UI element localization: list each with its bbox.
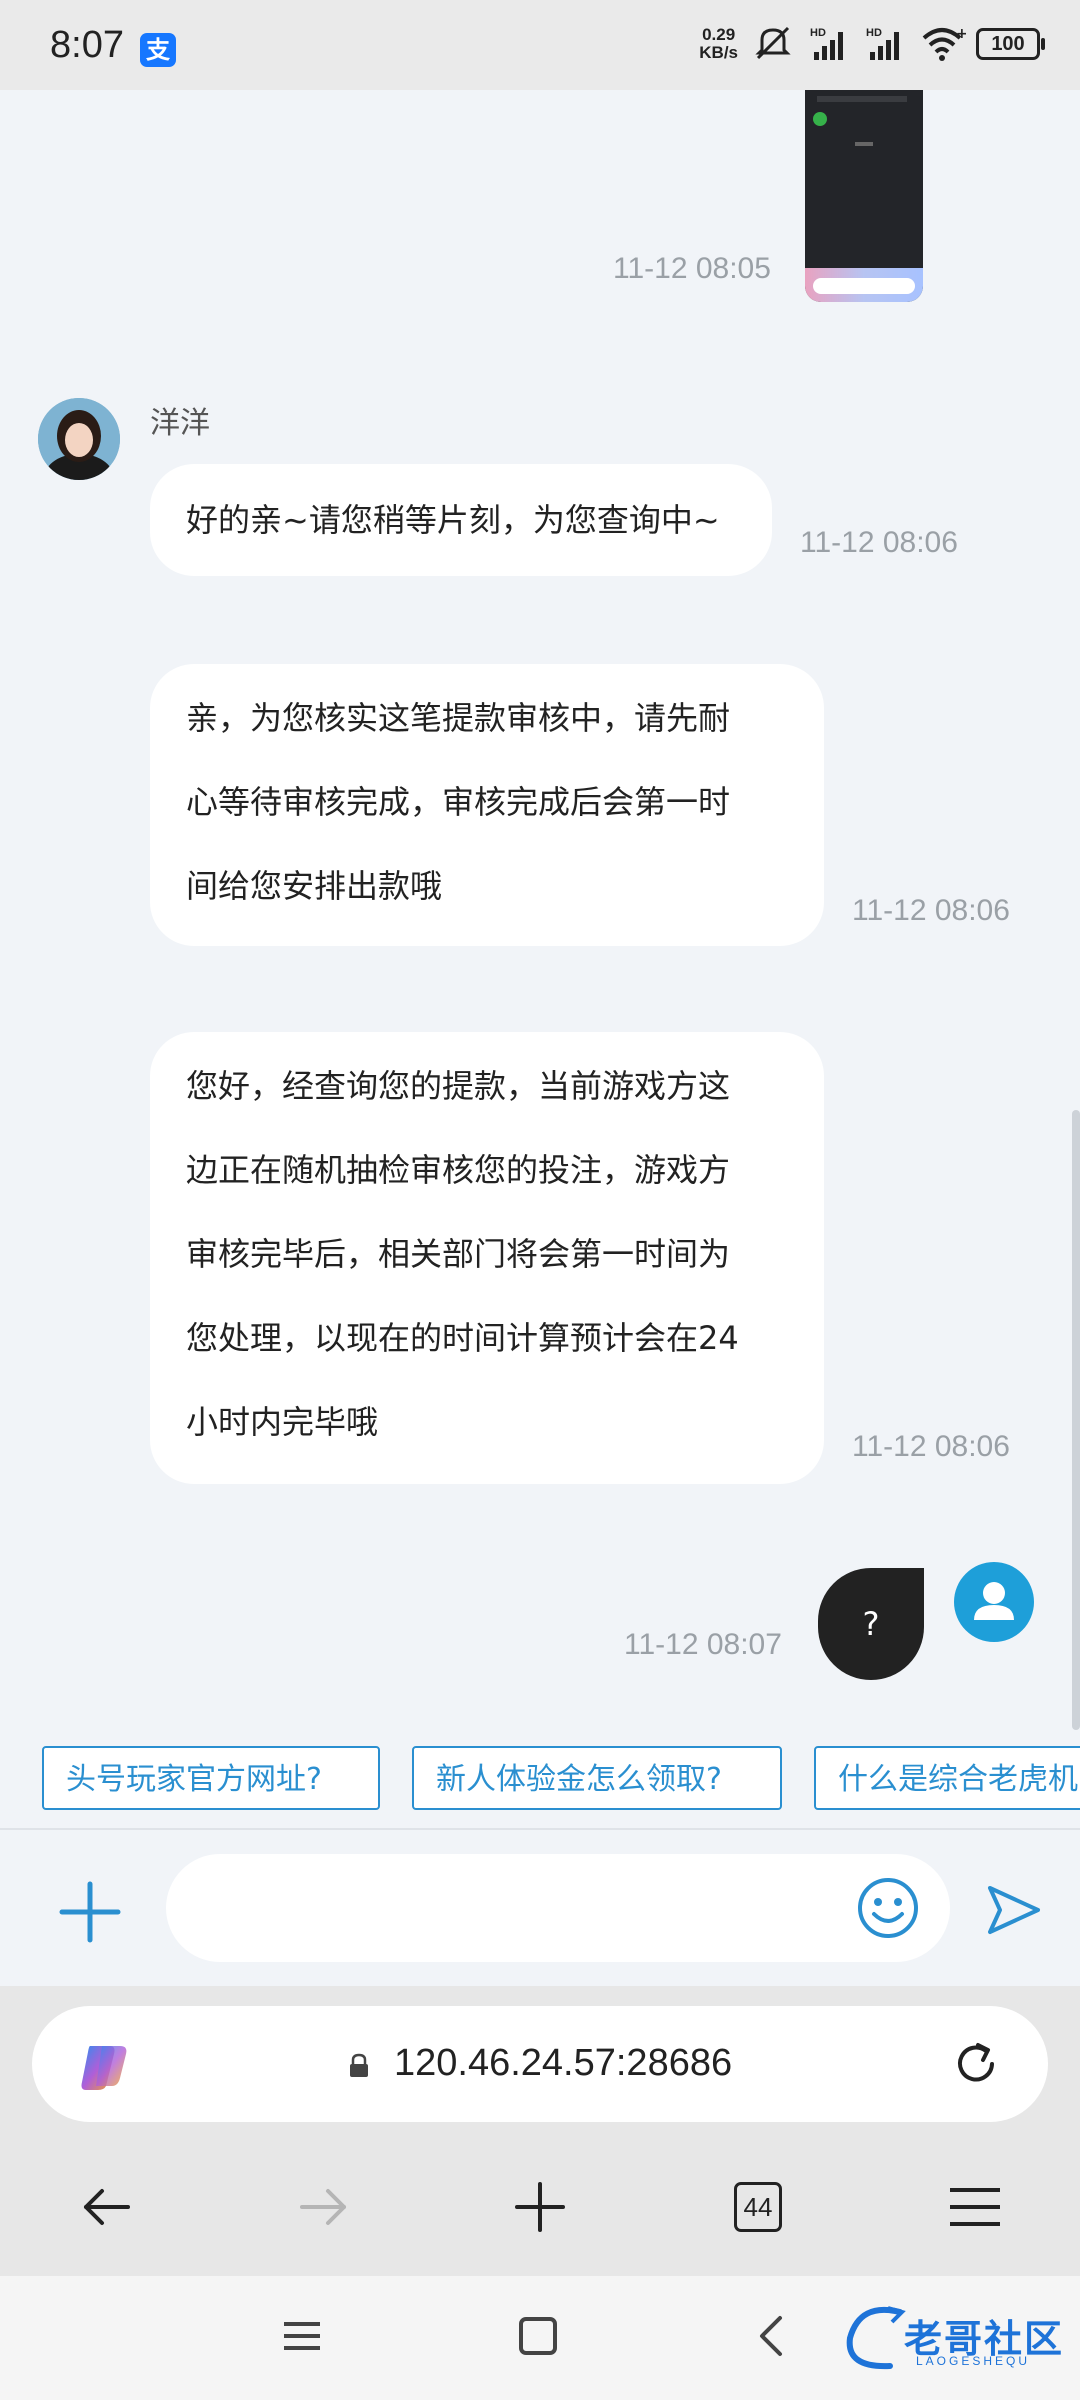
status-bar: 8:07 支 0.29 KB/s HD HD + 100 xyxy=(0,0,1080,90)
send-icon[interactable] xyxy=(984,1880,1044,1940)
scrollbar[interactable] xyxy=(1072,1110,1080,1730)
message-text: 心等待审核完成，审核完成后会第一时 xyxy=(186,783,731,821)
watermark-subtext: LAOGESHEQU xyxy=(916,2354,1031,2368)
message-timestamp: 11-12 08:07 xyxy=(624,1628,782,1661)
alipay-notification-icon: 支 xyxy=(140,33,176,67)
message-input[interactable] xyxy=(166,1854,950,1962)
message-text: 好的亲~请您稍等片刻，为您查询中~ xyxy=(186,501,720,539)
signal-icon: HD xyxy=(808,24,850,64)
quick-question-chip[interactable]: 新人体验金怎么领取? xyxy=(412,1746,782,1810)
thumbnail-detail xyxy=(813,278,915,294)
url-text[interactable]: 120.46.24.57:28686 xyxy=(394,2042,732,2085)
message-timestamp: 11-12 08:06 xyxy=(800,526,958,559)
network-speed: 0.29 KB/s xyxy=(699,25,738,62)
message-text: 间给您安排出款哦 xyxy=(186,867,443,905)
quick-questions-bar[interactable]: 头号玩家官方网址? 新人体验金怎么领取? 什么是综合老虎机 xyxy=(0,1730,1080,1830)
mute-icon xyxy=(752,24,794,64)
message-text: 小时内完毕哦 xyxy=(186,1403,379,1441)
agent-message-bubble: 亲，为您核实这笔提款审核中，请先耐 心等待审核完成，审核完成后会第一时 间给您安… xyxy=(150,664,824,946)
message-text: 您处理，以现在的时间计算预计会在24 xyxy=(186,1319,739,1357)
recent-apps-icon[interactable] xyxy=(272,2306,332,2366)
thumbnail-detail xyxy=(817,96,907,102)
battery-icon: 100 xyxy=(976,28,1045,60)
message-timestamp: 11-12 08:06 xyxy=(852,1430,1010,1463)
reload-icon[interactable] xyxy=(948,2036,1004,2092)
svg-text:+: + xyxy=(956,26,966,42)
message-text: 亲，为您核实这笔提款审核中，请先耐 xyxy=(186,699,731,737)
message-text: 边正在随机抽检审核您的投注，游戏方 xyxy=(186,1151,731,1189)
watermark-logo: 老哥社区 LAOGESHEQU xyxy=(840,2298,1070,2378)
attach-plus-button[interactable] xyxy=(58,1880,122,1944)
browser-toolbar: 120.46.24.57:28686 44 xyxy=(0,1986,1080,2276)
wifi-icon: + xyxy=(920,24,968,64)
message-timestamp: 11-12 08:06 xyxy=(852,894,1010,927)
message-text: 审核完毕后，相关部门将会第一时间为 xyxy=(186,1235,731,1273)
agent-name: 洋洋 xyxy=(150,406,210,441)
lock-icon xyxy=(346,2052,372,2078)
message-timestamp: 11-12 08:05 xyxy=(613,252,771,285)
menu-hamburger-icon[interactable] xyxy=(940,2172,1010,2242)
browser-nav-row: 44 xyxy=(0,2158,1080,2258)
user-avatar[interactable] xyxy=(954,1562,1034,1642)
agent-message-bubble: 您好，经查询您的提款，当前游戏方这 边正在随机抽检审核您的投注，游戏方 审核完毕… xyxy=(150,1032,824,1484)
back-arrow-icon[interactable] xyxy=(72,2172,142,2242)
forward-arrow-icon[interactable] xyxy=(288,2172,358,2242)
tab-count-button[interactable]: 44 xyxy=(734,2182,782,2232)
message-text: 您好，经查询您的提款，当前游戏方这 xyxy=(186,1067,731,1105)
copilot-icon[interactable] xyxy=(76,2038,132,2094)
agent-avatar[interactable] xyxy=(38,398,120,480)
thumbnail-detail xyxy=(855,142,873,146)
home-icon[interactable] xyxy=(508,2306,568,2366)
status-icons: 0.29 KB/s HD HD + 100 xyxy=(699,24,1045,64)
quick-question-chip[interactable]: 什么是综合老虎机 xyxy=(814,1746,1080,1810)
chat-area[interactable]: 11-12 08:05 洋洋 好的亲~请您稍等片刻，为您查询中~ 11-12 0… xyxy=(0,90,1080,1730)
new-tab-plus-icon[interactable] xyxy=(505,2172,575,2242)
emoji-icon[interactable] xyxy=(856,1876,920,1940)
status-time: 8:07 xyxy=(50,24,124,66)
system-navigation-bar: 老哥社区 LAOGESHEQU xyxy=(0,2276,1080,2400)
message-image-thumbnail[interactable] xyxy=(805,90,923,302)
user-message-bubble: ? xyxy=(818,1568,924,1680)
signal-icon: HD xyxy=(864,24,906,64)
svg-text:HD: HD xyxy=(866,27,882,39)
svg-text:HD: HD xyxy=(810,27,826,39)
thumbnail-detail xyxy=(813,112,827,126)
message-composer xyxy=(0,1830,1080,1986)
back-icon[interactable] xyxy=(742,2306,802,2366)
agent-message-bubble: 好的亲~请您稍等片刻，为您查询中~ xyxy=(150,464,772,576)
quick-question-chip[interactable]: 头号玩家官方网址? xyxy=(42,1746,380,1810)
address-bar[interactable]: 120.46.24.57:28686 xyxy=(32,2006,1048,2122)
